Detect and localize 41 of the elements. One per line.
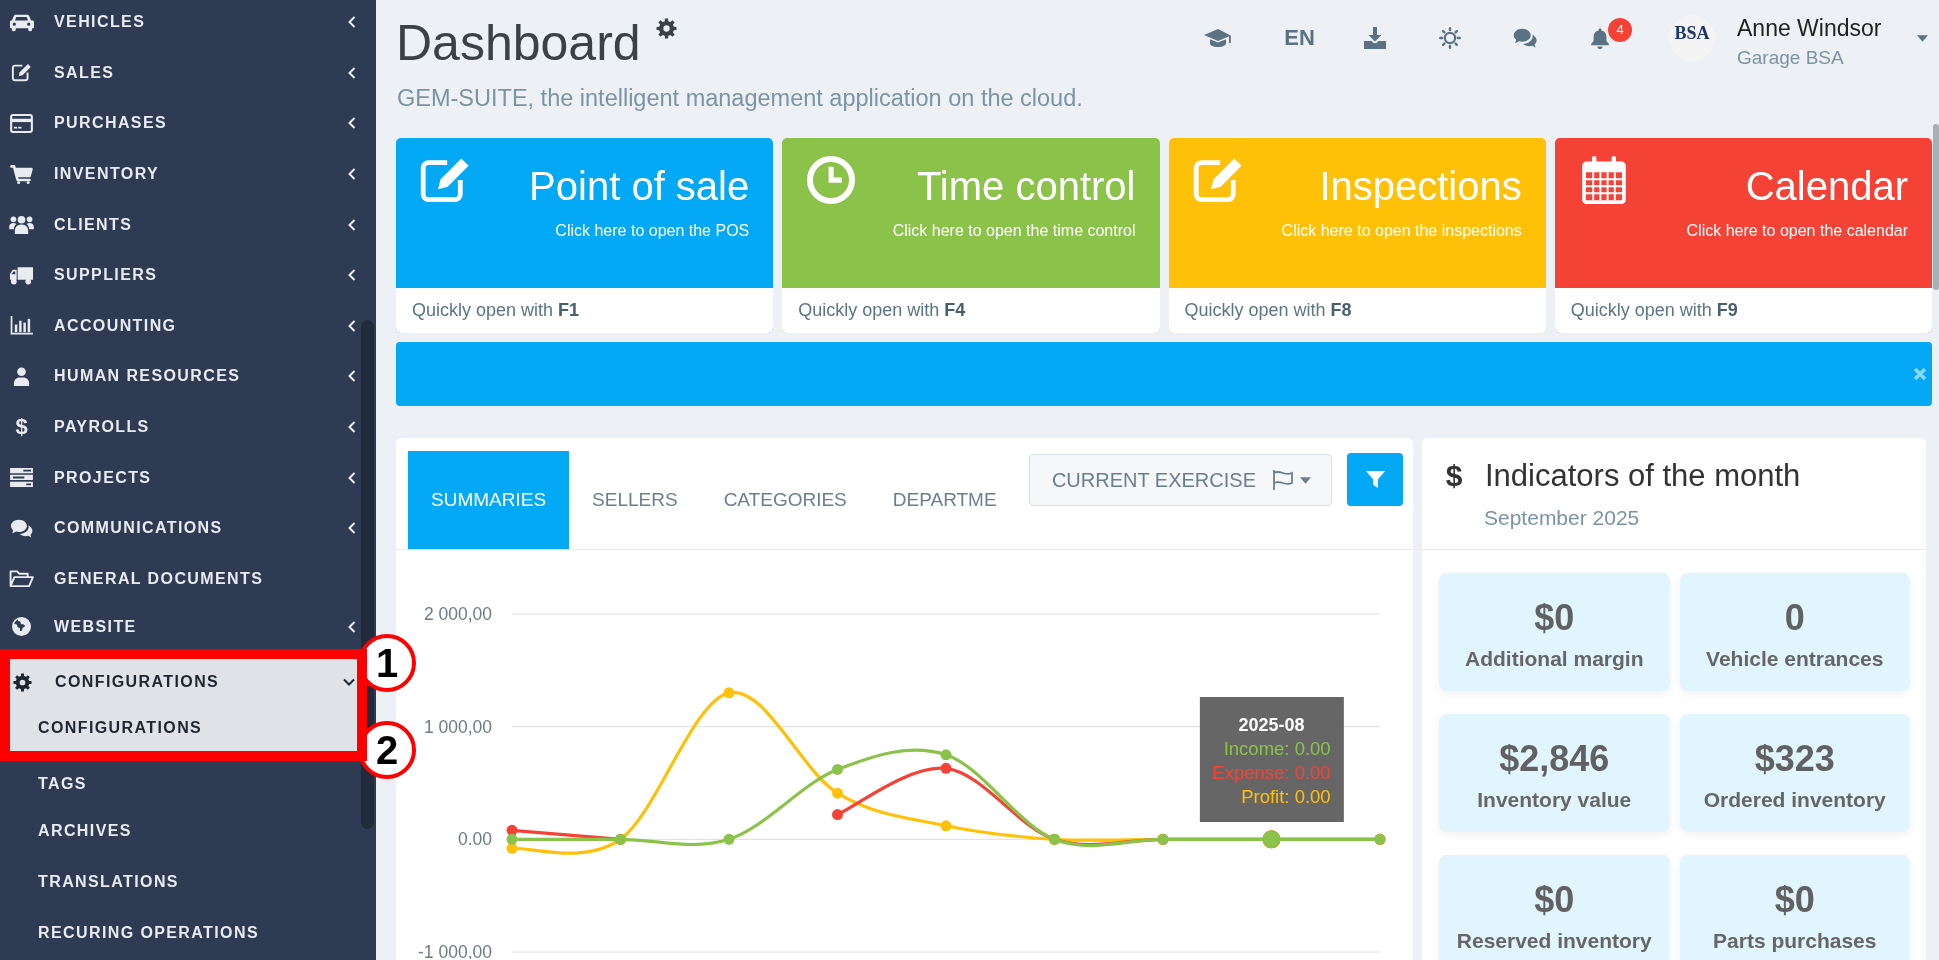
tile-title: Point of sale bbox=[529, 164, 750, 208]
tooltip-title: 2025-08 bbox=[1238, 714, 1305, 738]
shortcut-hint: Quickly open with F4 bbox=[782, 288, 1160, 333]
stat-label: Additional margin bbox=[1465, 647, 1644, 671]
shortcut-hint: Quickly open with F1 bbox=[396, 288, 774, 333]
tooltip-text: Income: 0.00 bbox=[1223, 737, 1331, 762]
axis-label: 1 000,00 bbox=[423, 716, 492, 737]
stat-value: $2,846 bbox=[1499, 739, 1610, 779]
shortcut-hint: Quickly open with F9 bbox=[1554, 288, 1932, 333]
company-logo: BSA bbox=[1669, 15, 1715, 61]
tooltip-text: Profit: 0.00 bbox=[1241, 785, 1331, 810]
notification-badge: 4 bbox=[1608, 18, 1632, 42]
company-name: Garage BSA bbox=[1737, 47, 1844, 69]
page-subtitle: GEM-SUITE, the intelligent management application on the cloud. bbox=[397, 85, 1083, 111]
card-subtitle: September 2025 bbox=[1484, 506, 1640, 530]
tile-title: Inspections bbox=[1319, 164, 1522, 208]
tile-title: Time control bbox=[916, 164, 1136, 208]
axis-label: 2 000,00 bbox=[423, 604, 492, 624]
stat-label: Reserved inventory bbox=[1456, 929, 1652, 953]
user-name: Anne Windsor bbox=[1737, 15, 1882, 41]
page-title: Dashboard bbox=[396, 18, 641, 68]
tile-title: Calendar bbox=[1745, 164, 1908, 208]
stat-value: $323 bbox=[1754, 739, 1835, 779]
tile-subtitle: Click here to open the time control bbox=[892, 222, 1136, 240]
stat-value: $0 bbox=[1534, 598, 1575, 638]
tile-subtitle: Click here to open the calendar bbox=[1686, 222, 1908, 240]
stat-value: $0 bbox=[1534, 880, 1575, 920]
stat-label: Inventory value bbox=[1477, 788, 1632, 812]
tile-subtitle: Click here to open the POS bbox=[555, 222, 750, 240]
stat-label: Ordered inventory bbox=[1703, 788, 1886, 812]
dollar-icon: $ bbox=[1445, 459, 1463, 493]
dollar-icon: $ bbox=[9, 415, 34, 440]
axis-label: 0.00 bbox=[457, 829, 492, 850]
stat-value: $0 bbox=[1774, 880, 1815, 920]
stat-label: Parts purchases bbox=[1713, 929, 1877, 953]
stat-value: 0 bbox=[1784, 598, 1805, 638]
stat-label: Vehicle entrances bbox=[1706, 647, 1884, 671]
card-title: Indicators of the month bbox=[1485, 459, 1801, 493]
tile-subtitle: Click here to open the inspections bbox=[1281, 222, 1522, 240]
tooltip-text: Expense: 0.00 bbox=[1212, 761, 1331, 786]
shortcut-hint: Quickly open with F8 bbox=[1168, 288, 1546, 333]
